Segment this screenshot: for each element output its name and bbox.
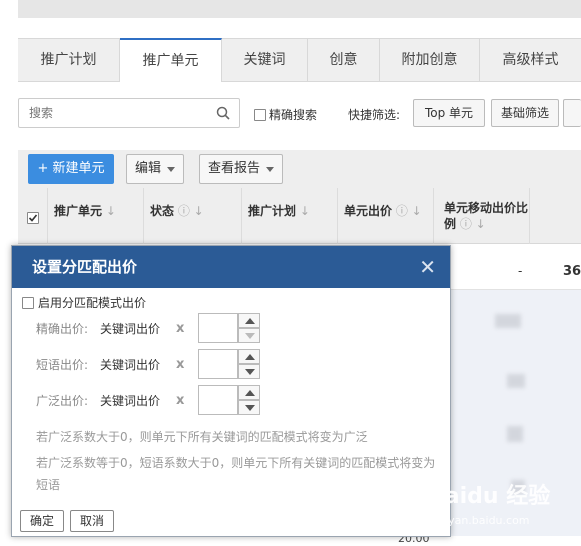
increment-button[interactable] bbox=[238, 349, 260, 364]
toolbar: + 新建单元 编辑 查看报告 bbox=[18, 150, 581, 188]
close-icon[interactable]: ✕ bbox=[419, 246, 436, 288]
multiply-sign: x bbox=[176, 392, 185, 408]
multiply-sign: x bbox=[176, 320, 185, 336]
note-broad: 若广泛系数大于0，则单元下所有关键词的匹配模式将变为广泛 bbox=[36, 430, 368, 444]
arrow-down-icon bbox=[245, 333, 255, 339]
new-unit-button[interactable]: + 新建单元 bbox=[28, 154, 114, 184]
enable-match-bid-checkbox[interactable] bbox=[22, 296, 34, 309]
phrase-bid-label: 短语出价: bbox=[36, 357, 89, 372]
blurred-cell bbox=[507, 374, 525, 388]
report-dropdown[interactable]: 查看报告 bbox=[199, 154, 283, 184]
phrase-bid-row: 短语出价: 关键词出价 x bbox=[36, 349, 260, 379]
phrase-bid-value: 关键词出价 bbox=[100, 357, 161, 372]
broad-bid-value: 关键词出价 bbox=[100, 393, 161, 408]
row1-dash: - bbox=[518, 264, 523, 278]
enable-match-bid-label: 启用分匹配模式出价 bbox=[38, 296, 147, 310]
watermark-main: Baidu 经验 bbox=[428, 484, 551, 509]
tab-advanced-style[interactable]: 高级样式 bbox=[480, 39, 581, 81]
help-sort-icon: ⓘ ↓ bbox=[174, 204, 204, 218]
top-unit-button[interactable]: Top 单元 bbox=[413, 99, 485, 127]
select-all-checkbox[interactable] bbox=[27, 212, 39, 224]
broad-bid-stepper[interactable] bbox=[198, 385, 260, 415]
arrow-up-icon bbox=[245, 318, 255, 324]
blurred-cell bbox=[495, 314, 521, 328]
select-all-cell bbox=[18, 188, 48, 244]
broad-bid-label: 广泛出价: bbox=[36, 393, 89, 408]
search-box bbox=[18, 98, 240, 128]
exact-search-label: 精确搜索 bbox=[269, 108, 318, 122]
basic-filter-button[interactable]: 基础筛选 bbox=[491, 99, 559, 127]
watermark-sub: jingyan.baidu.com bbox=[428, 514, 530, 527]
quick-filter-label: 快捷筛选: bbox=[348, 108, 401, 122]
arrow-down-icon bbox=[245, 405, 255, 411]
chevron-down-icon bbox=[167, 167, 175, 172]
dialog-header: 设置分匹配出价 ✕ bbox=[12, 246, 450, 288]
col-price[interactable]: 单元出价 ⓘ ↓ bbox=[338, 188, 434, 244]
edit-dropdown[interactable]: 编辑 bbox=[126, 154, 184, 184]
col-status-label: 状态 bbox=[150, 204, 175, 218]
broad-bid-row: 广泛出价: 关键词出价 x bbox=[36, 385, 260, 415]
exact-bid-row: 精确出价: 关键词出价 x bbox=[36, 313, 260, 343]
col-unit[interactable]: 推广单元 ↓ bbox=[48, 188, 144, 244]
phrase-bid-stepper[interactable] bbox=[198, 349, 260, 379]
broad-bid-input[interactable] bbox=[198, 385, 238, 415]
col-status[interactable]: 状态 ⓘ ↓ bbox=[144, 188, 242, 244]
exact-bid-label: 精确出价: bbox=[36, 321, 89, 336]
search-icon[interactable] bbox=[216, 106, 230, 120]
decrement-button[interactable] bbox=[238, 400, 260, 415]
check-icon bbox=[28, 214, 38, 222]
arrow-down-icon bbox=[245, 369, 255, 375]
col-plan-label: 推广计划 bbox=[248, 204, 297, 218]
report-dropdown-label: 查看报告 bbox=[208, 161, 261, 176]
dialog-title: 设置分匹配出价 bbox=[32, 258, 138, 276]
ok-button[interactable]: 确定 bbox=[20, 510, 64, 532]
exact-bid-stepper[interactable] bbox=[198, 313, 260, 343]
sort-icon: ↓ bbox=[296, 204, 310, 218]
help-sort-icon: ⓘ ↓ bbox=[392, 204, 422, 218]
edit-dropdown-label: 编辑 bbox=[135, 161, 162, 176]
exact-bid-value: 关键词出价 bbox=[100, 321, 161, 336]
multiply-sign: x bbox=[176, 356, 185, 372]
row1-num: 36 bbox=[563, 264, 581, 279]
filter-bar: 精确搜索 快捷筛选: Top 单元 基础筛选 bbox=[18, 98, 581, 128]
tab-plan[interactable]: 推广计划 bbox=[18, 39, 120, 81]
decrement-button[interactable] bbox=[238, 328, 260, 343]
match-bid-dialog: 设置分匹配出价 ✕ 启用分匹配模式出价 精确出价: 关键词出价 x 短语出价: … bbox=[11, 245, 451, 537]
arrow-up-icon bbox=[245, 354, 255, 360]
tab-unit[interactable]: 推广单元 bbox=[120, 38, 222, 82]
increment-button[interactable] bbox=[238, 385, 260, 400]
col-unit-label: 推广单元 bbox=[54, 204, 103, 218]
col-more bbox=[530, 188, 581, 244]
decrement-button[interactable] bbox=[238, 364, 260, 379]
tab-creative[interactable]: 创意 bbox=[308, 39, 380, 81]
help-sort-icon: ⓘ ↓ bbox=[456, 217, 486, 231]
note-phrase: 若广泛系数等于0，短语系数大于0，则单元下所有关键词的匹配模式将变为短语 bbox=[36, 456, 436, 492]
search-input[interactable] bbox=[19, 99, 199, 127]
baidu-watermark: Baidu 经验 jingyan.baidu.com bbox=[428, 478, 578, 540]
increment-button[interactable] bbox=[238, 313, 260, 328]
col-plan[interactable]: 推广计划 ↓ bbox=[242, 188, 338, 244]
phrase-bid-input[interactable] bbox=[198, 349, 238, 379]
col-price-label: 单元出价 bbox=[344, 204, 393, 218]
enable-match-bid[interactable]: 启用分匹配模式出价 bbox=[22, 294, 146, 311]
cancel-button[interactable]: 取消 bbox=[70, 510, 114, 532]
col-mobile-ratio[interactable]: 单元移动出价比例 ⓘ ↓ bbox=[434, 188, 530, 244]
tab-bar: 推广计划 推广单元 关键词 创意 附加创意 高级样式 bbox=[18, 38, 581, 82]
chevron-down-icon bbox=[266, 167, 274, 172]
table-header: 推广单元 ↓ 状态 ⓘ ↓ 推广计划 ↓ 单元出价 ⓘ ↓ 单元移动出价比例 ⓘ… bbox=[18, 188, 581, 244]
exact-bid-input[interactable] bbox=[198, 313, 238, 343]
arrow-up-icon bbox=[245, 390, 255, 396]
tab-extra-creative[interactable]: 附加创意 bbox=[380, 39, 480, 81]
exact-search[interactable]: 精确搜索 bbox=[254, 106, 317, 123]
more-filter-button[interactable] bbox=[563, 99, 581, 127]
blurred-cell bbox=[507, 426, 523, 442]
sort-icon: ↓ bbox=[102, 204, 116, 218]
exact-search-checkbox[interactable] bbox=[254, 108, 266, 121]
top-bar bbox=[18, 0, 581, 18]
tab-keyword[interactable]: 关键词 bbox=[222, 39, 308, 81]
